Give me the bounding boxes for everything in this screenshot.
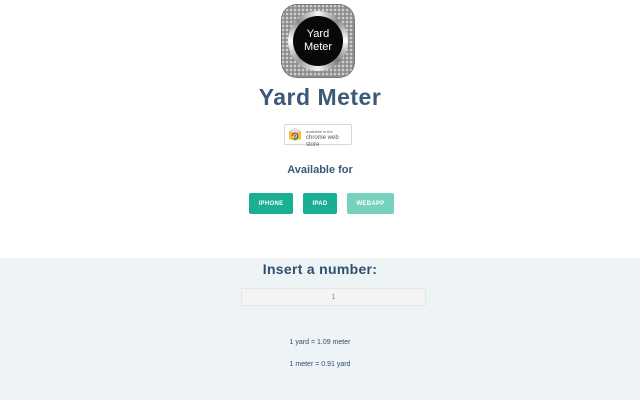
ipad-button[interactable]: IPAD xyxy=(303,193,337,214)
insert-number-label: Insert a number: xyxy=(262,261,378,277)
page-title: Yard Meter xyxy=(258,84,382,110)
meter-to-yard-result: 1 meter = 0.91 yard xyxy=(289,361,351,368)
icon-text-line1: Yard xyxy=(306,28,330,40)
converter-section xyxy=(0,258,640,400)
webapp-button[interactable]: WEBAPP xyxy=(347,193,394,214)
chrome-web-store-badge[interactable]: available in the chrome web store xyxy=(284,124,352,148)
icon-text-line2: Meter xyxy=(303,41,333,53)
available-for-heading: Available for xyxy=(287,164,353,176)
store-badge-small-text: available in the xyxy=(306,129,333,134)
icon-bezel: Yard Meter xyxy=(288,11,348,71)
iphone-button[interactable]: IPHONE xyxy=(249,193,293,214)
icon-face: Yard Meter xyxy=(293,16,343,66)
number-input[interactable] xyxy=(241,288,426,306)
app-icon: Yard Meter xyxy=(281,4,355,78)
chrome-store-logo-icon xyxy=(289,128,301,141)
yard-to-meter-result: 1 yard = 1.09 meter xyxy=(289,339,351,346)
store-badge-name: chrome web store xyxy=(306,135,339,148)
